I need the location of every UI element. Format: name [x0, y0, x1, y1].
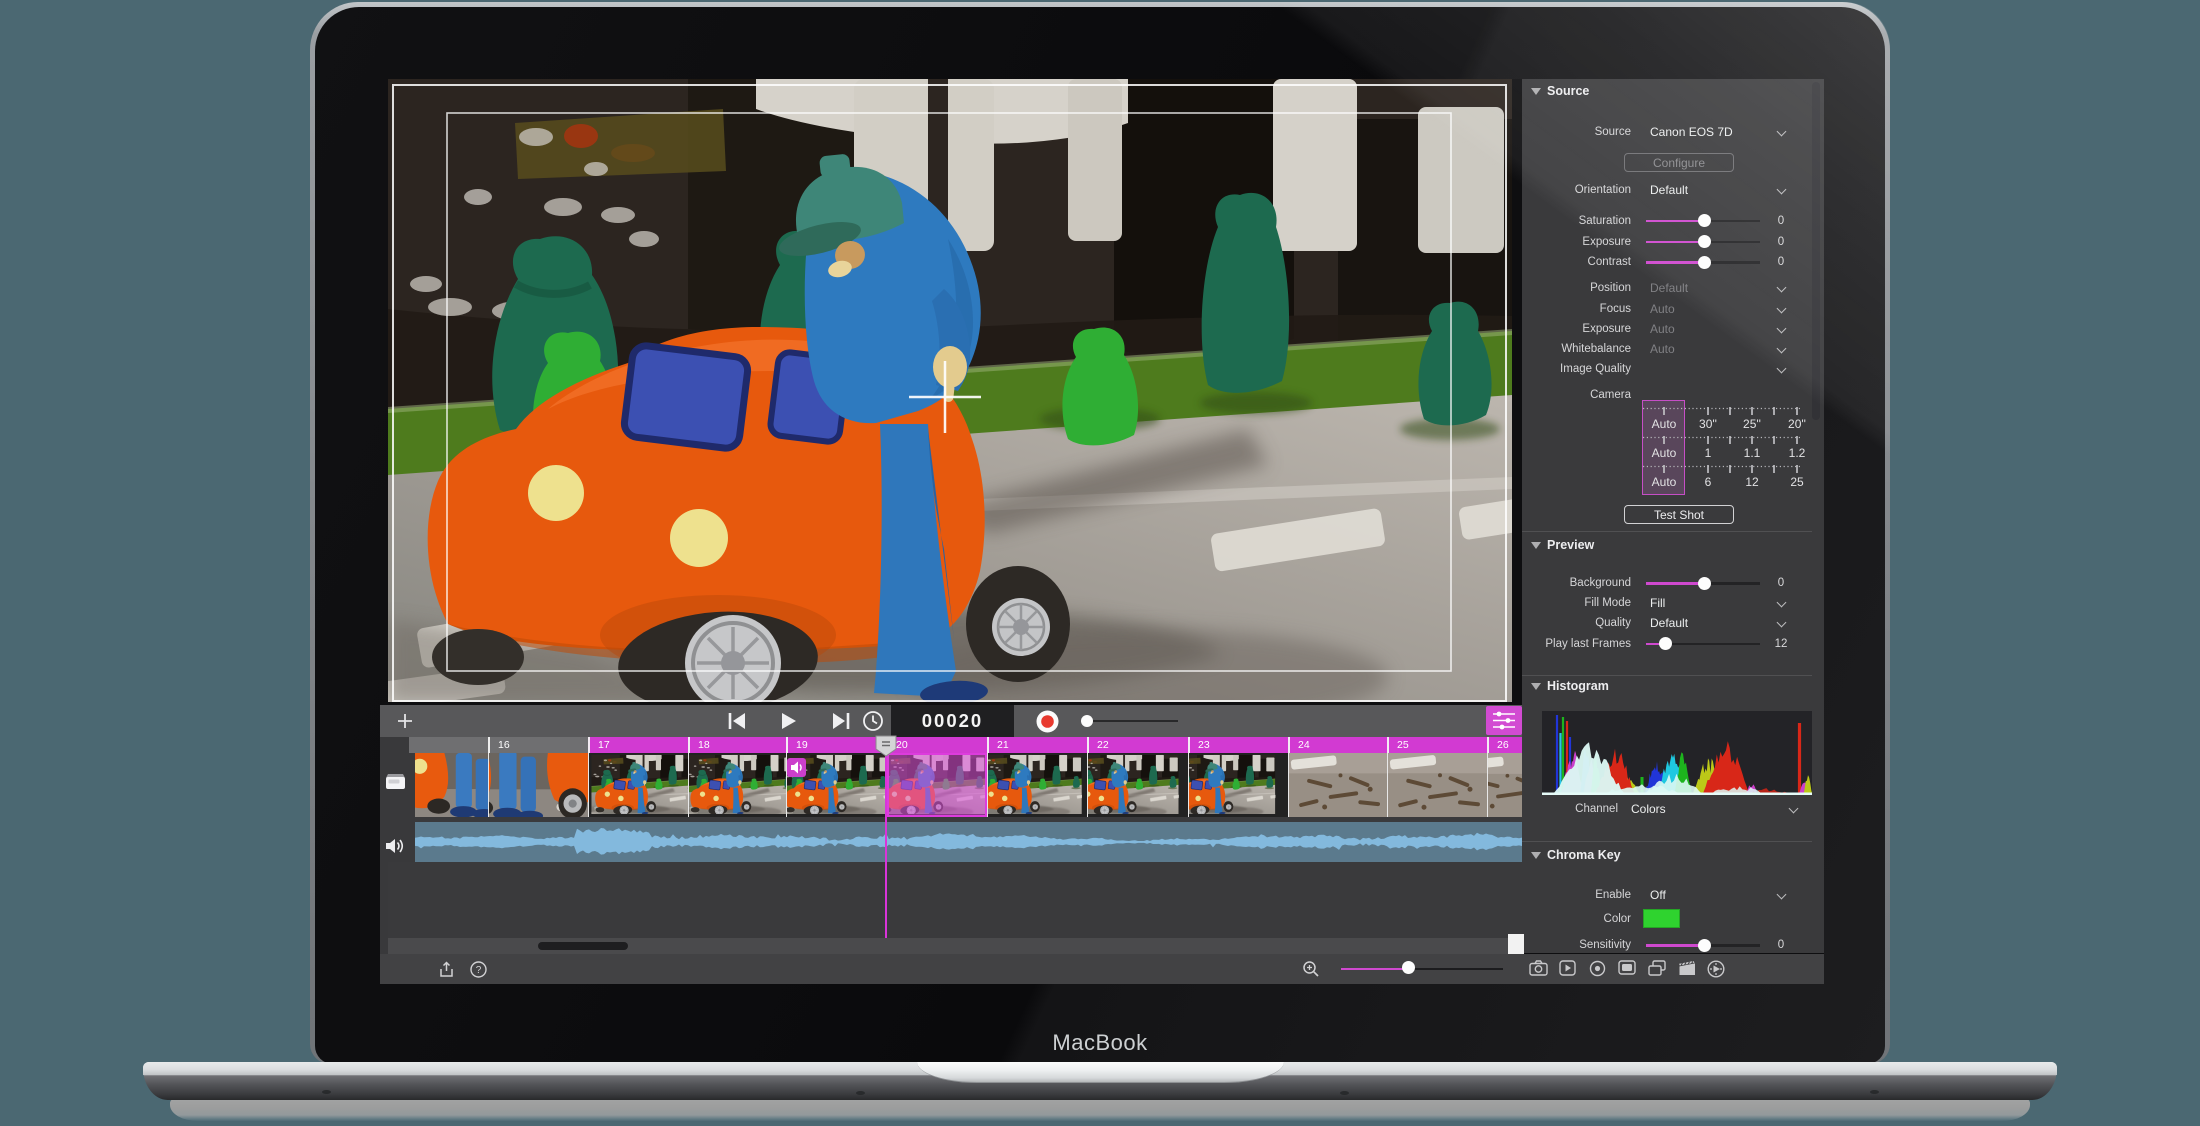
svg-text:?: ? — [476, 965, 482, 976]
